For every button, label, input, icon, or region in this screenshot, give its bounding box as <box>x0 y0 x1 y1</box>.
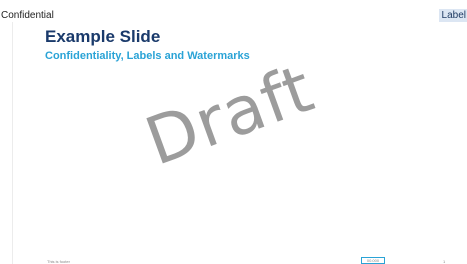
sensitivity-label[interactable]: Label <box>439 9 467 22</box>
slide-subtitle[interactable]: Confidentiality, Labels and Watermarks <box>45 50 250 63</box>
slide-title[interactable]: Example Slide <box>45 27 160 47</box>
slide-footer-date-box[interactable]: 00.000 <box>361 257 385 264</box>
confidentiality-bar: Confidential Label <box>0 0 467 22</box>
draft-watermark: Draft <box>135 49 324 181</box>
slide-canvas[interactable]: Example Slide Confidentiality, Labels an… <box>12 22 467 264</box>
page: Confidential Label Example Slide Confide… <box>0 0 467 264</box>
slide-footer-text[interactable]: This is footer <box>47 259 70 264</box>
confidentiality-text: Confidential <box>1 10 54 21</box>
slide-page-number: 1 <box>443 259 446 264</box>
